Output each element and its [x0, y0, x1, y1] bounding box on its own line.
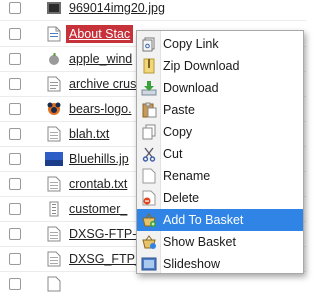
menu-item-label: Slideshow	[163, 257, 220, 271]
text-file-icon	[45, 250, 63, 268]
menu-item-cut[interactable]: Cut	[137, 143, 303, 165]
file-name[interactable]: apple_wind	[66, 50, 135, 68]
menu-item-label: Paste	[163, 103, 195, 117]
apple-logo-icon	[45, 50, 63, 68]
menu-item-zip-download[interactable]: Zip Download	[137, 55, 303, 77]
archive-icon	[45, 75, 63, 93]
file-checkbox[interactable]	[9, 203, 21, 215]
file-name[interactable]: customer_	[66, 200, 130, 218]
file-name[interactable]: 969014img20.jpg	[66, 0, 168, 17]
copy-icon	[141, 124, 157, 140]
menu-item-label: Cut	[163, 147, 183, 161]
text-file-icon	[45, 225, 63, 243]
menu-item-label: Zip Download	[163, 59, 240, 73]
menu-item-delete[interactable]: Delete	[137, 187, 303, 209]
text-file-icon	[45, 275, 63, 293]
file-name[interactable]: DXSG-FTP-T	[66, 225, 147, 243]
basket-add-icon	[141, 212, 157, 228]
file-checkbox[interactable]	[9, 228, 21, 240]
bears-logo-icon	[45, 100, 63, 118]
menu-item-label: Delete	[163, 191, 200, 205]
text-file-icon	[45, 125, 63, 143]
paste-icon	[141, 102, 157, 118]
landscape-thumb-icon	[45, 150, 63, 168]
file-checkbox[interactable]	[9, 78, 21, 90]
menu-item-label: Add To Basket	[163, 213, 244, 227]
menu-item-copy[interactable]: Copy	[137, 121, 303, 143]
delete-icon	[141, 190, 157, 206]
menu-item-label: Show Basket	[163, 235, 236, 249]
menu-item-download[interactable]: Download	[137, 77, 303, 99]
menu-item-paste[interactable]: Paste	[137, 99, 303, 121]
file-checkbox[interactable]	[9, 53, 21, 65]
spreadsheet-icon	[45, 200, 63, 218]
menu-item-add-to-basket[interactable]: Add To Basket	[137, 209, 303, 231]
zip-icon	[141, 58, 157, 74]
menu-item-label: Copy	[163, 125, 193, 139]
file-checkbox[interactable]	[9, 253, 21, 265]
file-checkbox[interactable]	[9, 2, 21, 14]
row-divider	[0, 20, 306, 21]
file-checkbox[interactable]	[9, 278, 21, 290]
rename-icon	[141, 168, 157, 184]
download-icon	[141, 80, 157, 96]
file-checkbox[interactable]	[9, 153, 21, 165]
file-name[interactable]: Bluehills.jp	[66, 150, 132, 168]
menu-item-label: Copy Link	[163, 37, 219, 51]
file-row[interactable]	[0, 272, 306, 296]
text-file-icon	[45, 175, 63, 193]
file-name[interactable]: About Stac	[66, 25, 134, 43]
file-name[interactable]: archive crus	[66, 75, 139, 93]
file-name[interactable]: bears-logo.	[66, 100, 135, 118]
context-menu: Copy Link Zip Download Download Paste Co…	[136, 30, 304, 274]
file-name[interactable]	[66, 275, 72, 293]
file-name[interactable]: crontab.txt	[66, 175, 130, 193]
basket-icon	[141, 234, 157, 250]
scissors-icon	[141, 146, 157, 162]
file-checkbox[interactable]	[9, 103, 21, 115]
image-thumb-icon	[45, 0, 63, 17]
file-row[interactable]: 969014img20.jpg	[0, 0, 306, 20]
copy-link-icon	[141, 36, 157, 52]
file-checkbox[interactable]	[9, 28, 21, 40]
menu-item-label: Download	[163, 81, 219, 95]
menu-item-show-basket[interactable]: Show Basket	[137, 231, 303, 253]
file-checkbox[interactable]	[9, 128, 21, 140]
menu-item-copy-link[interactable]: Copy Link	[137, 33, 303, 55]
menu-item-slideshow[interactable]: Slideshow	[137, 253, 303, 275]
menu-item-rename[interactable]: Rename	[137, 165, 303, 187]
file-checkbox[interactable]	[9, 178, 21, 190]
menu-item-label: Rename	[163, 169, 211, 183]
slideshow-icon	[141, 256, 157, 272]
document-icon	[45, 25, 63, 43]
file-name[interactable]: blah.txt	[66, 125, 112, 143]
